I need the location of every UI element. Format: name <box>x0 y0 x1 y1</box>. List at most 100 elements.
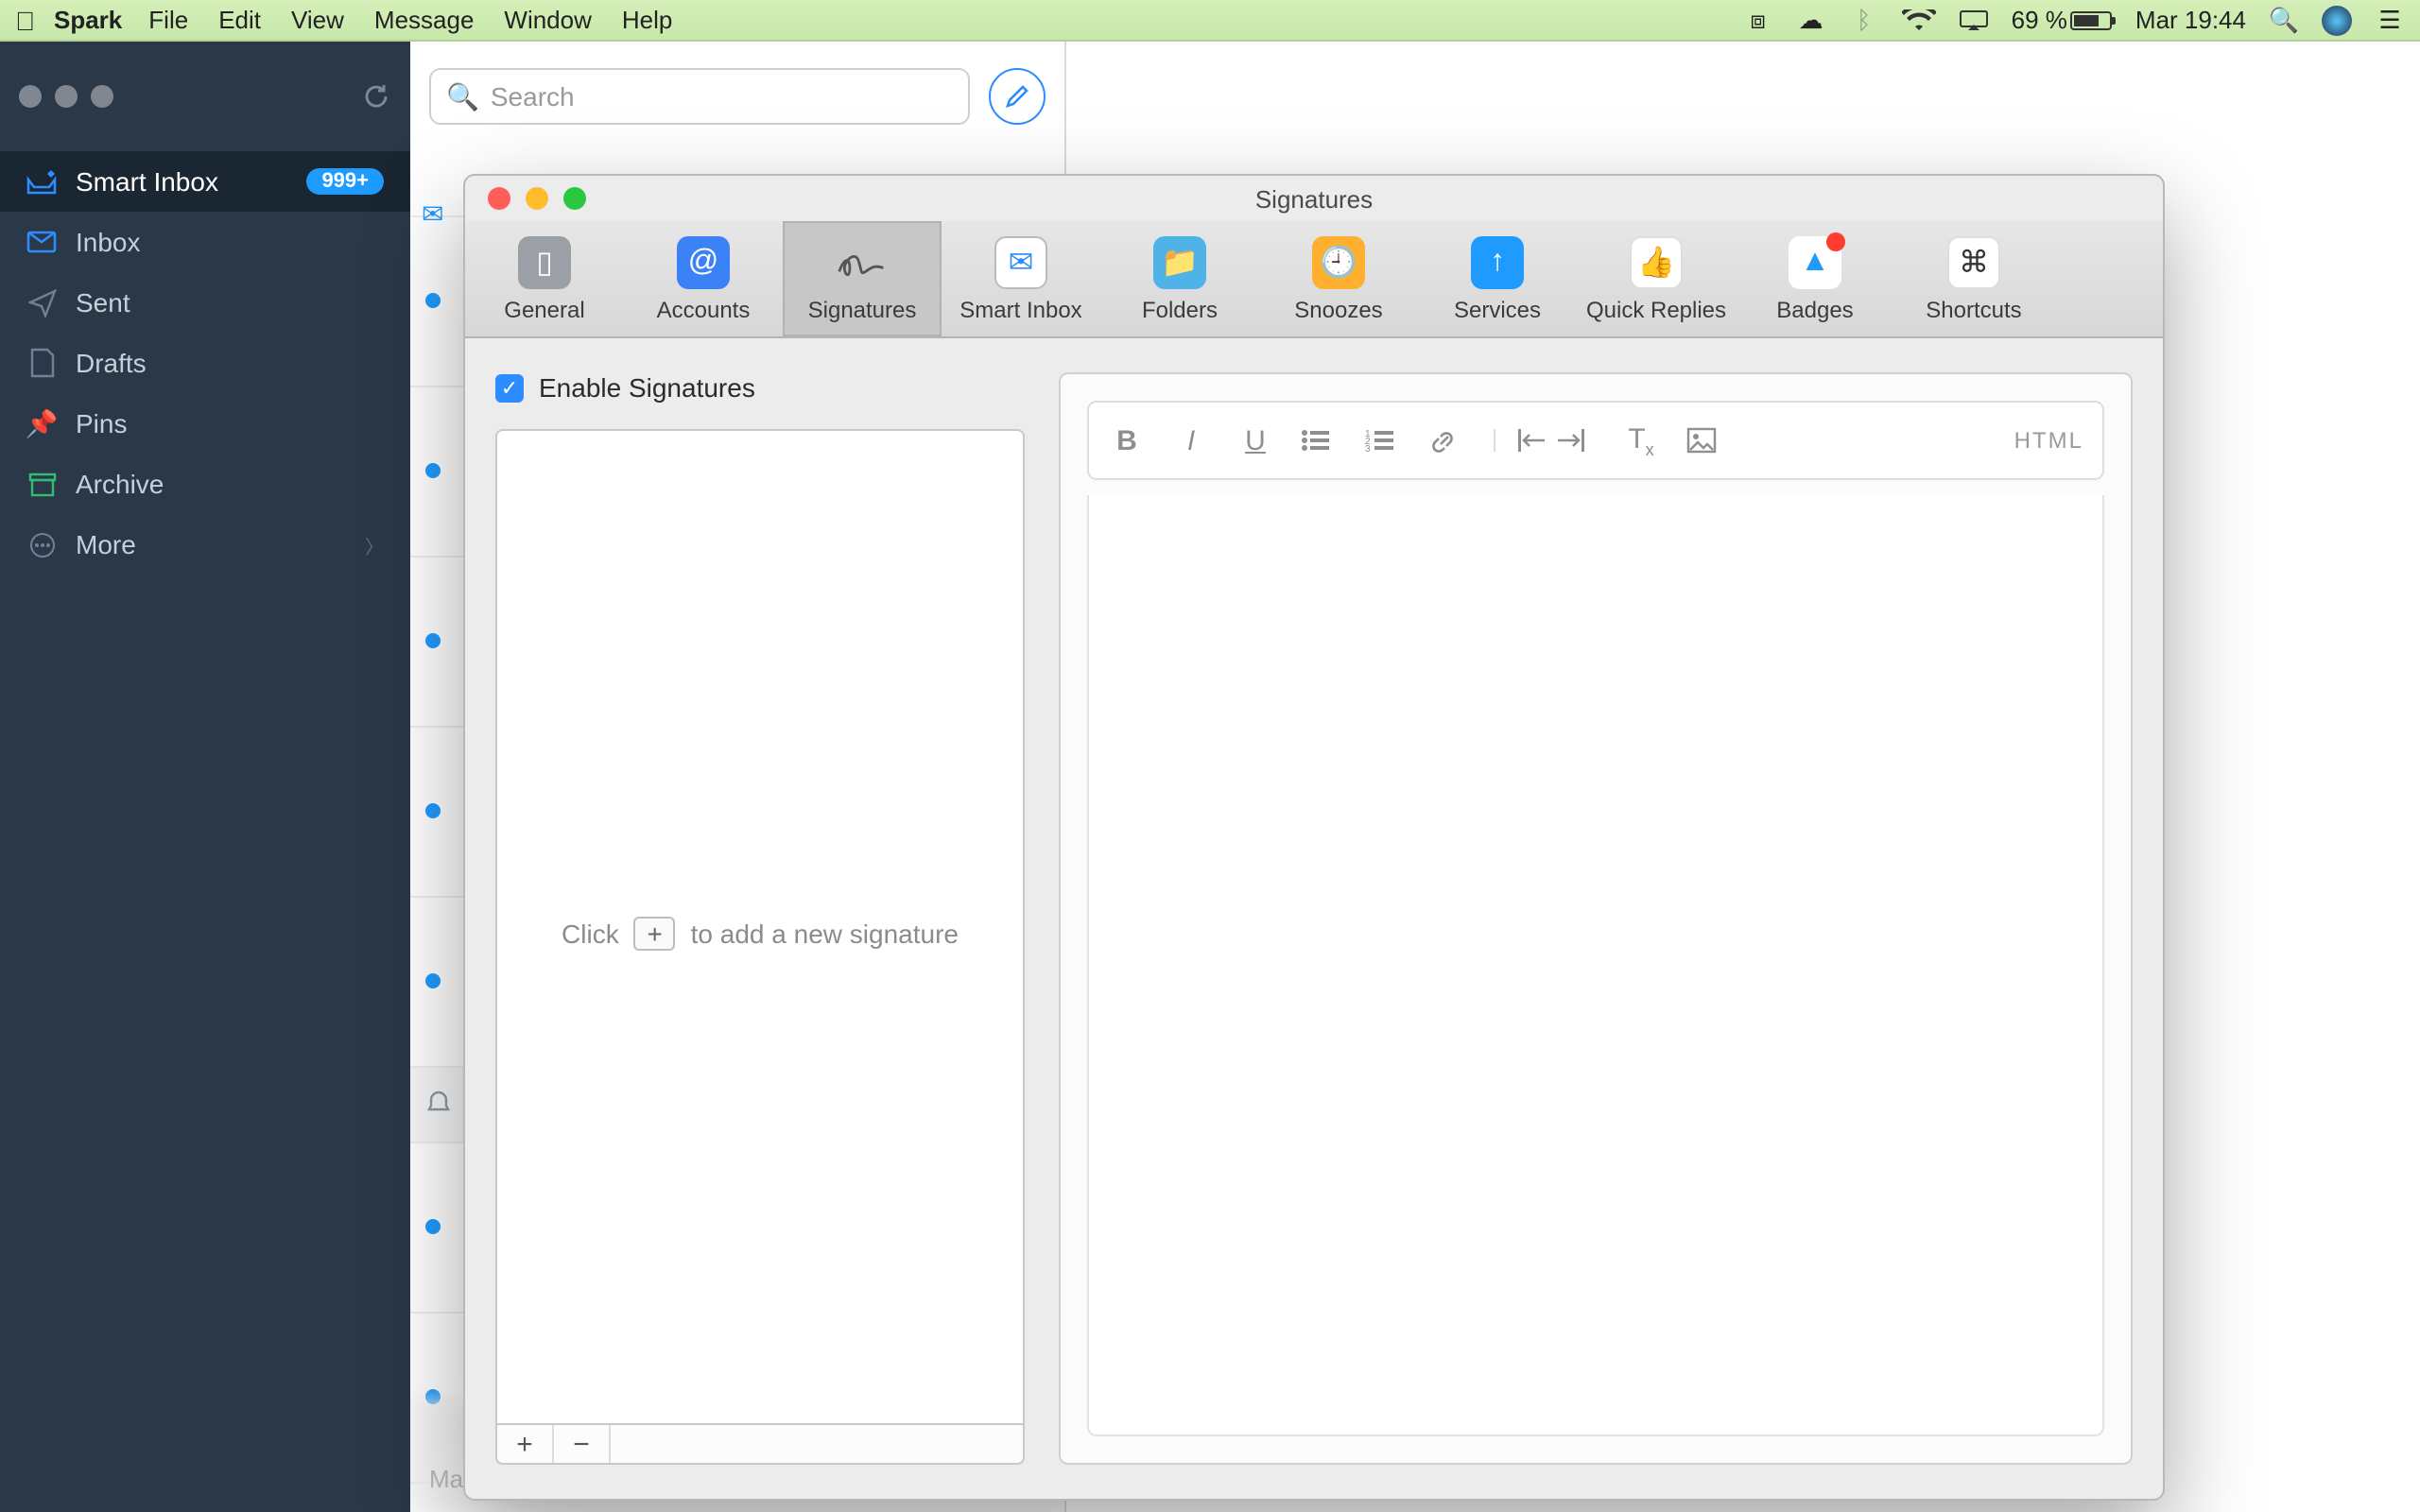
more-icon <box>26 530 57 558</box>
tab-snoozes[interactable]: 🕘Snoozes <box>1259 221 1418 336</box>
window-zoom-icon[interactable] <box>91 85 113 108</box>
numbered-list-button[interactable]: 123 <box>1365 427 1403 454</box>
sidebar-item-label: Sent <box>76 287 130 318</box>
bold-button[interactable]: B <box>1108 424 1146 456</box>
tab-folders[interactable]: 📁Folders <box>1100 221 1259 336</box>
battery-status[interactable]: 69 % <box>2012 6 2113 34</box>
search-icon: 🔍 <box>446 80 479 112</box>
indent-button[interactable] <box>1558 429 1596 452</box>
sidebar-item-inbox[interactable]: Inbox <box>0 212 410 272</box>
editor-toolbar: B I U 123 <box>1087 401 2104 480</box>
notification-center-icon[interactable]: ☰ <box>2375 5 2405 35</box>
sidebar-item-more[interactable]: More 〉 <box>0 514 410 575</box>
folders-icon: 📁 <box>1153 235 1206 288</box>
prefs-titlebar[interactable]: Signatures <box>465 176 2163 221</box>
siri-icon[interactable] <box>2322 5 2352 35</box>
prefs-title: Signatures <box>465 184 2163 213</box>
tab-accounts[interactable]: @Accounts <box>624 221 783 336</box>
sidebar-item-label: Drafts <box>76 348 147 378</box>
window-minimize-icon[interactable] <box>55 85 78 108</box>
tab-label: General <box>504 296 584 322</box>
dropbox-status-icon[interactable]: ⧈ <box>1743 5 1773 35</box>
menu-file[interactable]: File <box>148 6 188 34</box>
tab-general[interactable]: ▯General <box>465 221 624 336</box>
tab-smart-inbox[interactable]: ✉ Smart Inbox <box>942 221 1100 336</box>
inbox-icon <box>26 231 57 253</box>
italic-button[interactable]: I <box>1172 424 1210 456</box>
unread-dot-icon <box>425 293 441 308</box>
app-menu[interactable]: Spark <box>54 6 122 34</box>
tab-shortcuts[interactable]: ⌘Shortcuts <box>1894 221 2053 336</box>
smart-inbox-tab-icon: ✉ <box>994 235 1047 288</box>
sidebar-item-label: Inbox <box>76 227 141 257</box>
cloud-status-icon[interactable]: ☁ <box>1796 5 1826 35</box>
menu-help[interactable]: Help <box>622 6 673 34</box>
unread-dot-icon <box>425 803 441 818</box>
refresh-icon[interactable] <box>361 81 391 112</box>
preferences-window: Signatures ▯General @Accounts Signatures… <box>463 174 2165 1501</box>
unread-dot-icon <box>425 1219 441 1234</box>
svg-text:3: 3 <box>1365 444 1371 454</box>
compose-button[interactable] <box>989 68 1046 125</box>
wifi-status-icon[interactable] <box>1902 9 1936 31</box>
tab-label: Badges <box>1776 296 1853 322</box>
signature-editor-textarea[interactable] <box>1087 495 2104 1436</box>
sidebar-item-label: Archive <box>76 469 164 499</box>
signatures-list[interactable]: Click + to add a new signature + − <box>495 429 1025 1465</box>
remove-signature-button[interactable]: − <box>554 1425 611 1463</box>
apple-menu-icon[interactable]:  <box>15 5 35 35</box>
sidebar-item-pins[interactable]: 📌 Pins <box>0 393 410 454</box>
enable-signatures-row[interactable]: ✓ Enable Signatures <box>495 372 1025 403</box>
sent-icon <box>26 288 57 317</box>
outdent-button[interactable] <box>1494 429 1531 452</box>
unread-dot-icon <box>425 973 441 988</box>
prefs-body: ✓ Enable Signatures Click + to add a new… <box>465 338 2163 1499</box>
add-signature-button[interactable]: + <box>497 1425 554 1463</box>
airplay-status-icon[interactable] <box>1959 9 1989 31</box>
html-toggle-button[interactable]: HTML <box>2014 427 2083 454</box>
signature-list-ops: + − <box>495 1423 1025 1465</box>
macos-menu-bar:  Spark File Edit View Message Window He… <box>0 0 2420 42</box>
shortcuts-icon: ⌘ <box>1947 235 2000 288</box>
sidebar-item-smart-inbox[interactable]: Smart Inbox 999+ <box>0 151 410 212</box>
clock-status[interactable]: Mar 19:44 <box>2135 6 2246 34</box>
bluetooth-status-icon[interactable]: ᛒ <box>1849 5 1879 35</box>
link-button[interactable] <box>1429 425 1467 455</box>
menu-view[interactable]: View <box>291 6 344 34</box>
clear-format-button[interactable]: Tx <box>1622 422 1660 458</box>
bullet-list-button[interactable] <box>1301 427 1339 454</box>
list-toolbar: 🔍 Search <box>410 42 1064 151</box>
sidebar-item-archive[interactable]: Archive <box>0 454 410 514</box>
tab-badges[interactable]: ▲Badges <box>1736 221 1894 336</box>
prefs-minimize-icon[interactable] <box>526 187 548 210</box>
services-icon: ↑ <box>1471 235 1524 288</box>
sidebar-item-sent[interactable]: Sent <box>0 272 410 333</box>
tab-label: Quick Replies <box>1586 296 1726 322</box>
insert-image-button[interactable] <box>1686 427 1724 454</box>
tab-quick-replies[interactable]: 👍Quick Replies <box>1577 221 1736 336</box>
sidebar-item-label: Pins <box>76 408 127 438</box>
window-close-icon[interactable] <box>19 85 42 108</box>
plus-hint-icon: + <box>634 916 676 950</box>
signature-editor-pane: B I U 123 <box>1059 372 2133 1465</box>
menu-message[interactable]: Message <box>374 6 475 34</box>
prefs-zoom-icon[interactable] <box>563 187 586 210</box>
tab-signatures[interactable]: Signatures <box>783 221 942 336</box>
prefs-close-icon[interactable] <box>488 187 510 210</box>
underline-button[interactable]: U <box>1236 424 1274 456</box>
spotlight-icon[interactable]: 🔍 <box>2269 5 2299 35</box>
enable-signatures-label: Enable Signatures <box>539 372 755 403</box>
sidebar-item-label: Smart Inbox <box>76 166 218 197</box>
menu-edit[interactable]: Edit <box>218 6 261 34</box>
tab-label: Smart Inbox <box>959 296 1081 322</box>
sidebar-badge: 999+ <box>306 168 384 195</box>
tab-services[interactable]: ↑Services <box>1418 221 1577 336</box>
search-input[interactable]: 🔍 Search <box>429 68 970 125</box>
battery-icon <box>2071 10 2113 29</box>
menu-window[interactable]: Window <box>504 6 592 34</box>
search-placeholder: Search <box>491 81 575 112</box>
enable-signatures-checkbox[interactable]: ✓ <box>495 373 524 402</box>
bell-icon <box>425 1091 456 1121</box>
sidebar-item-drafts[interactable]: Drafts <box>0 333 410 393</box>
prefs-tab-bar: ▯General @Accounts Signatures ✉ Smart Inb… <box>465 221 2163 338</box>
